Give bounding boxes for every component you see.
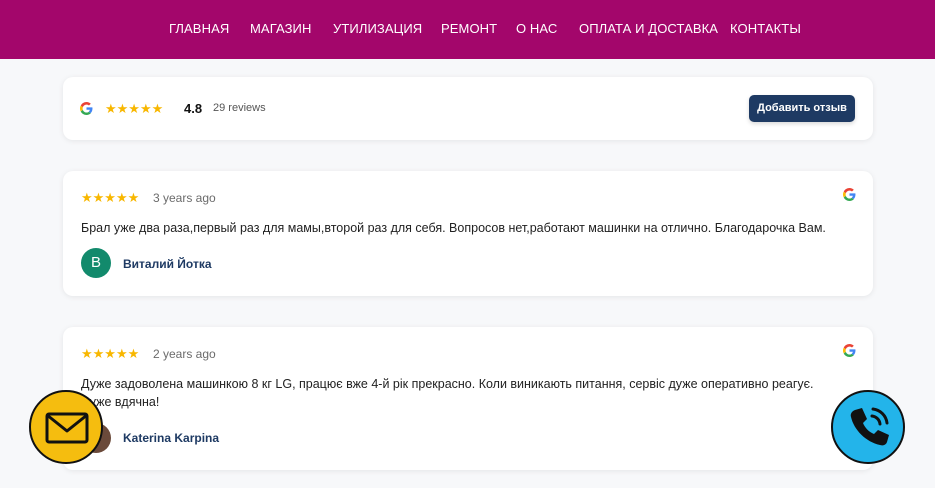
- nav-item-shop[interactable]: МАГАЗИН: [250, 21, 311, 36]
- envelope-icon: [45, 412, 89, 444]
- avatar: В: [81, 248, 111, 278]
- google-icon: [843, 344, 856, 357]
- top-navigation: ГЛАВНАЯ МАГАЗИН УТИЛИЗАЦИЯ РЕМОНТ О НАС …: [0, 0, 935, 59]
- nav-item-payment-delivery[interactable]: ОПЛАТА И ДОСТАВКА: [579, 21, 718, 36]
- nav-item-about[interactable]: О НАС: [516, 21, 557, 36]
- nav-item-recycling[interactable]: УТИЛИЗАЦИЯ: [333, 21, 422, 36]
- nav-item-repair[interactable]: РЕМОНТ: [441, 21, 497, 36]
- review-author[interactable]: Виталий Йотка: [123, 257, 212, 271]
- call-button[interactable]: [831, 390, 905, 464]
- review-author[interactable]: Katerina Karpina: [123, 431, 219, 445]
- summary-stars: ★★★★★: [105, 101, 164, 116]
- review-stars: ★★★★★: [81, 346, 140, 361]
- google-icon: [80, 102, 93, 115]
- google-icon: [843, 188, 856, 201]
- add-review-button[interactable]: Добавить отзыв: [749, 95, 855, 122]
- review-text: Дуже задоволена машинкою 8 кг LG, працює…: [81, 377, 814, 409]
- review-card: ★★★★★ 2 years ago Дуже задоволена машинк…: [63, 327, 873, 470]
- average-rating: 4.8: [184, 101, 203, 116]
- review-stars: ★★★★★: [81, 190, 140, 205]
- review-card: ★★★★★ 3 years ago Брал уже два раза,перв…: [63, 171, 873, 296]
- rating-summary-card: ★★★★★ 4.8 29 reviews Добавить отзыв: [63, 77, 873, 140]
- nav-item-contacts[interactable]: КОНТАКТЫ: [730, 21, 801, 36]
- reviews-count[interactable]: 29 reviews: [213, 102, 266, 114]
- review-text: Брал уже два раза,первый раз для мамы,вт…: [81, 221, 826, 235]
- review-time: 3 years ago: [153, 191, 216, 205]
- phone-icon: [850, 407, 889, 446]
- mail-button[interactable]: [29, 390, 103, 464]
- review-time: 2 years ago: [153, 347, 216, 361]
- nav-item-home[interactable]: ГЛАВНАЯ: [169, 21, 229, 36]
